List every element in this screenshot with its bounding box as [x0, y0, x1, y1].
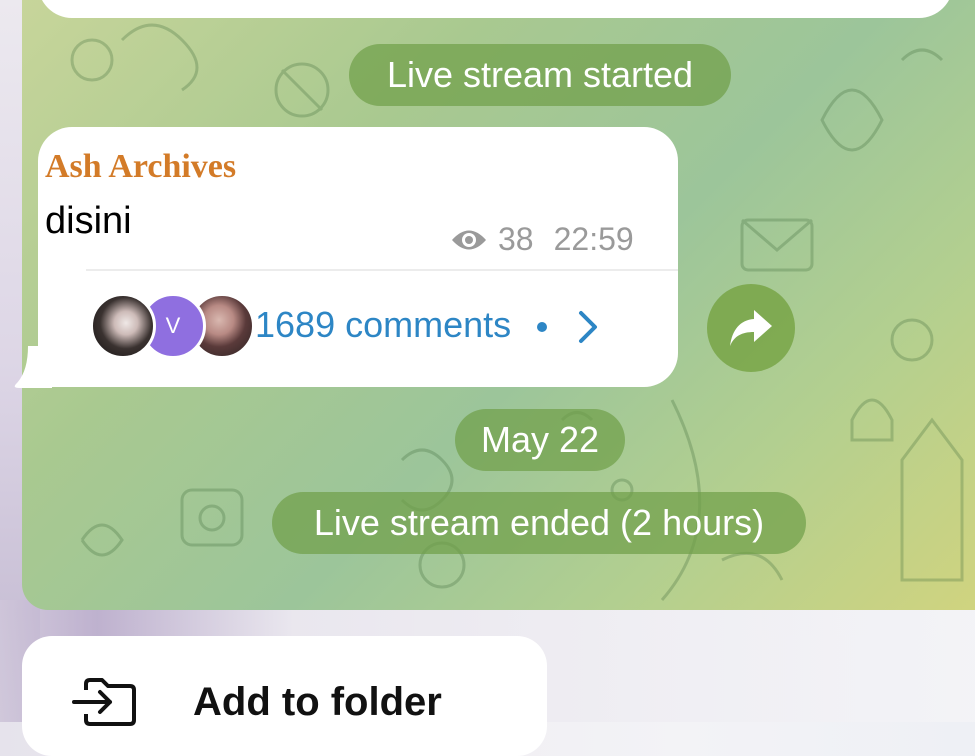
date-separator: May 22: [455, 409, 625, 471]
folder-move-icon: [72, 678, 136, 726]
eye-icon: [452, 230, 486, 249]
service-text: Live stream started: [386, 54, 694, 95]
unread-dot: [537, 322, 548, 333]
service-text: Live stream ended (2 hours): [313, 502, 765, 543]
commenter-avatar-2: [90, 293, 156, 359]
share-icon: [730, 310, 772, 346]
previous-message-bubble: [38, 0, 953, 18]
service-message-stream-ended: Live stream ended (2 hours): [272, 492, 806, 554]
message-meta: 38 22:59: [450, 221, 678, 258]
comments-link[interactable]: 1689 comments: [255, 304, 599, 346]
comments-divider: [86, 269, 678, 271]
message-text: disini: [45, 200, 132, 242]
sender-name[interactable]: Ash Archives: [45, 148, 236, 186]
message-time: 22:59: [553, 221, 634, 257]
menu-item-add-to-folder[interactable]: Add to folder: [193, 680, 442, 725]
avatar-initial: V: [165, 313, 181, 338]
comments-count: 1689 comments: [255, 304, 512, 345]
date-text: May 22: [480, 419, 600, 460]
service-message-stream-started: Live stream started: [349, 44, 731, 106]
chevron-right-icon: [579, 311, 598, 344]
share-button[interactable]: [707, 284, 795, 372]
view-count: 38: [498, 221, 534, 257]
